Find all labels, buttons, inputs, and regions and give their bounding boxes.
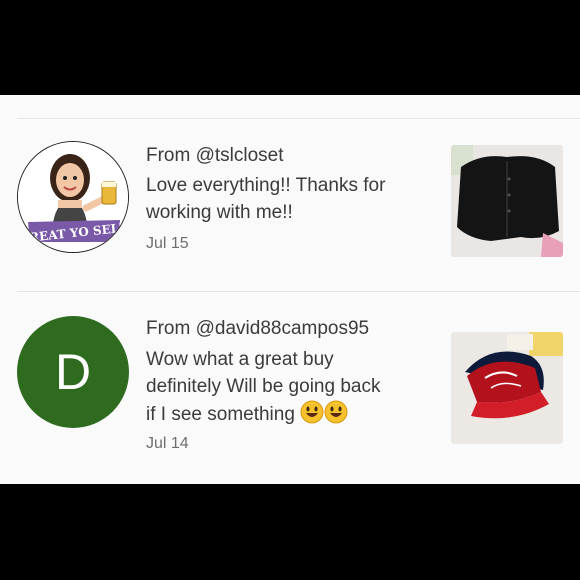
review-message-line: Wow what a great buy	[146, 349, 334, 370]
avatar[interactable]: TREAT YO SELF	[17, 141, 129, 253]
bitmoji-avatar-image: TREAT YO SELF	[18, 142, 128, 252]
review-date: Jul 14	[146, 435, 189, 452]
review-from[interactable]: From @david88campos95	[146, 318, 369, 340]
review-date: Jul 15	[146, 235, 189, 252]
red-cap-photo	[451, 332, 563, 444]
divider	[17, 118, 580, 119]
review-message-text: if I see something	[146, 404, 295, 425]
review-thumbnail[interactable]	[451, 332, 563, 444]
black-shirt-photo	[451, 145, 563, 257]
reviews-panel: TREAT YO SELF From @tslcloset Love every…	[0, 95, 580, 484]
review-thumbnail[interactable]	[451, 145, 563, 257]
review-message: Wow what a great buy definitely Will be …	[146, 347, 446, 433]
smiley-emoji-icon	[300, 400, 324, 433]
review-message-line: if I see something	[146, 400, 446, 433]
review-message: Love everything!! Thanks for working wit…	[146, 175, 386, 223]
avatar[interactable]: D	[17, 316, 129, 428]
smiley-emoji-icon	[324, 400, 348, 433]
review-message-line: definitely Will be going back	[146, 375, 381, 397]
review-from[interactable]: From @tslcloset	[146, 145, 284, 167]
avatar-letter: D	[54, 344, 92, 400]
divider	[17, 291, 580, 292]
